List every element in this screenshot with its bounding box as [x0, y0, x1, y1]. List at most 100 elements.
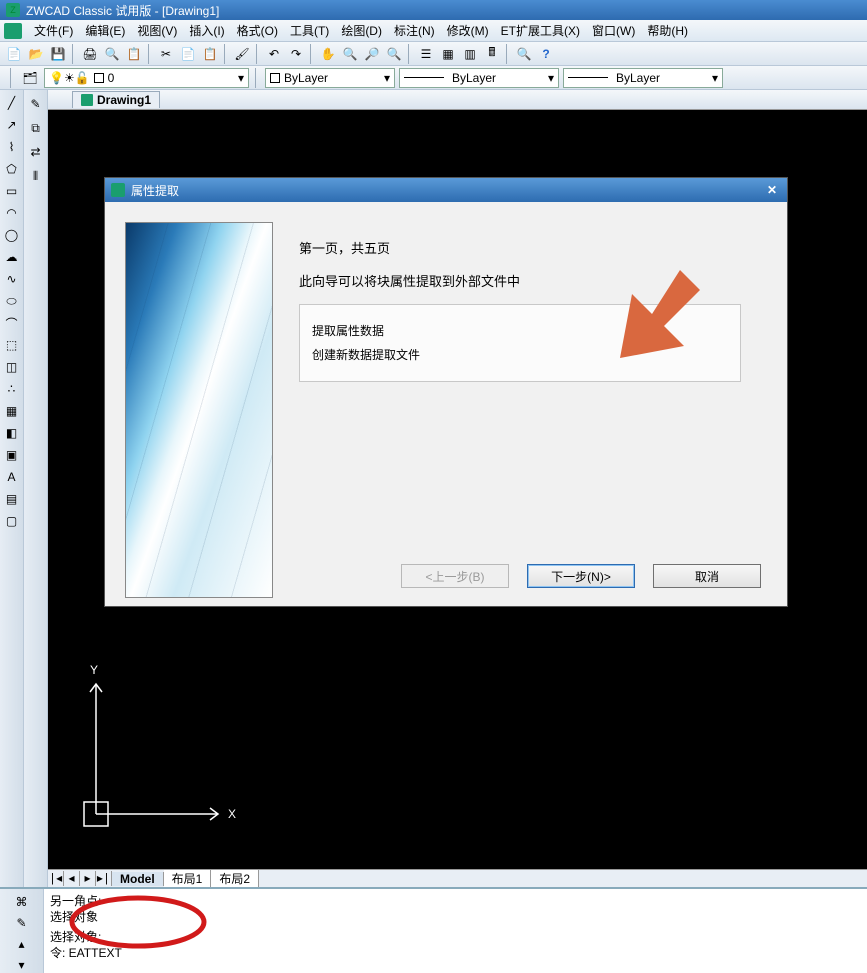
menu-insert[interactable]: 插入(I)	[183, 20, 230, 41]
layout-tab-1[interactable]: 布局1	[164, 870, 212, 887]
table-icon[interactable]: ▤	[3, 490, 21, 508]
match-icon[interactable]: 🖌	[232, 44, 252, 64]
cut-icon[interactable]: ✂	[156, 44, 176, 64]
save-icon[interactable]: 💾	[48, 44, 68, 64]
insert-icon[interactable]: ⬚	[3, 336, 21, 354]
revcloud-icon[interactable]: ☁	[3, 248, 21, 266]
ellipse-arc-icon[interactable]: ⌒	[3, 314, 21, 332]
redo-icon[interactable]: ↷	[286, 44, 306, 64]
print-icon[interactable]: 🖨	[80, 44, 100, 64]
chevron-down-icon: ▾	[384, 71, 390, 85]
draw-toolbar: ╱ ↗ ⌇ ⬠ ▭ ◠ ◯ ☁ ∿ ⬭ ⌒ ⬚ ◫ ∴ ▦ ◧ ▣ A ▤ ▢	[0, 90, 24, 887]
layout-tab-model[interactable]: Model	[112, 872, 164, 886]
cmd-line: 选择对象	[50, 909, 861, 925]
menu-file[interactable]: 文件(F)	[28, 20, 79, 41]
lineweight-combo[interactable]: ByLayer ▾	[563, 68, 723, 88]
tab-nav-next[interactable]: ▸	[80, 871, 96, 886]
menu-draw[interactable]: 绘图(D)	[335, 20, 388, 41]
document-tabs: Drawing1	[48, 90, 867, 110]
linetype-combo[interactable]: ByLayer ▾	[399, 68, 559, 88]
cmd-history-icon[interactable]: ⌘	[12, 893, 32, 910]
cancel-button[interactable]: 取消	[653, 564, 761, 588]
cmd-line: 另一角点:	[50, 893, 861, 909]
document-tab[interactable]: Drawing1	[72, 91, 160, 108]
zoom-prev-icon[interactable]: 🔍	[384, 44, 404, 64]
menu-view[interactable]: 视图(V)	[131, 20, 183, 41]
point-icon[interactable]: ∴	[3, 380, 21, 398]
copy-obj-icon[interactable]: ⧉	[26, 118, 46, 138]
attribute-extract-dialog: 属性提取 ✕ 第一页，共五页 此向导可以将块属性提取到外部文件中 提取属性数据 …	[104, 177, 788, 607]
menu-format[interactable]: 格式(O)	[231, 20, 284, 41]
copy-icon[interactable]: 📄	[178, 44, 198, 64]
app-menu-icon[interactable]	[4, 23, 22, 39]
menu-help[interactable]: 帮助(H)	[641, 20, 694, 41]
gradient-icon[interactable]: ◧	[3, 424, 21, 442]
spline-icon[interactable]: ∿	[3, 270, 21, 288]
rectangle-icon[interactable]: ▭	[3, 182, 21, 200]
help-icon[interactable]: ?	[536, 44, 556, 64]
layout-tab-2[interactable]: 布局2	[211, 870, 259, 887]
option-create-new[interactable]: 创建新数据提取文件	[312, 343, 728, 367]
paste-icon[interactable]: 📋	[200, 44, 220, 64]
new-icon[interactable]: 📄	[4, 44, 24, 64]
design-center-icon[interactable]: ▦	[438, 44, 458, 64]
color-combo[interactable]: ByLayer ▾	[265, 68, 395, 88]
layer-manager-icon[interactable]: 🗂	[20, 68, 40, 88]
zoom-win-icon[interactable]: 🔎	[362, 44, 382, 64]
menubar: 文件(F) 编辑(E) 视图(V) 插入(I) 格式(O) 工具(T) 绘图(D…	[0, 20, 867, 42]
zoom-rt-icon[interactable]: 🔍	[340, 44, 360, 64]
tab-nav-first[interactable]: |◂	[48, 871, 64, 886]
circle-icon[interactable]: ◯	[3, 226, 21, 244]
layer-combo[interactable]: 💡 ☀ 🔓 0 ▾	[44, 68, 249, 88]
app-icon: Z	[6, 3, 20, 17]
menu-edit[interactable]: 编辑(E)	[79, 20, 131, 41]
properties-icon[interactable]: ☰	[416, 44, 436, 64]
separator	[256, 44, 260, 64]
dialog-titlebar[interactable]: 属性提取 ✕	[105, 178, 787, 202]
mirror-icon[interactable]: ⇄	[26, 142, 46, 162]
option-extract[interactable]: 提取属性数据	[312, 319, 728, 343]
cmd-down-icon[interactable]: ▾	[12, 956, 32, 973]
pline-icon[interactable]: ⌇	[3, 138, 21, 156]
pan-icon[interactable]: ✋	[318, 44, 338, 64]
offset-icon[interactable]: ⫴	[26, 166, 46, 186]
cmd-up-icon[interactable]: ▴	[12, 935, 32, 952]
region-icon[interactable]: ▣	[3, 446, 21, 464]
layer-color-swatch	[94, 73, 104, 83]
arc-icon[interactable]: ◠	[3, 204, 21, 222]
cmd-clear-icon[interactable]: ✎	[12, 914, 32, 931]
line-icon[interactable]: ╱	[3, 94, 21, 112]
menu-modify[interactable]: 修改(M)	[441, 20, 495, 41]
ucs-x-label: X	[228, 807, 236, 821]
window-titlebar: Z ZWCAD Classic 试用版 - [Drawing1]	[0, 0, 867, 20]
tab-nav-prev[interactable]: ◂	[64, 871, 80, 886]
sun-icon: ☀	[64, 71, 75, 85]
wipeout-icon[interactable]: ▢	[3, 512, 21, 530]
menu-window[interactable]: 窗口(W)	[586, 20, 641, 41]
polygon-icon[interactable]: ⬠	[3, 160, 21, 178]
open-icon[interactable]: 📂	[26, 44, 46, 64]
erase-icon[interactable]: ✎	[26, 94, 46, 114]
menu-et[interactable]: ET扩展工具(X)	[495, 20, 586, 41]
cmd-line: 选择对象:	[50, 929, 861, 945]
tab-nav-last[interactable]: ▸|	[96, 871, 112, 886]
text-icon[interactable]: A	[3, 468, 21, 486]
hatch-icon[interactable]: ▦	[3, 402, 21, 420]
menu-dim[interactable]: 标注(N)	[388, 20, 441, 41]
next-button[interactable]: 下一步(N)>	[527, 564, 635, 588]
xline-icon[interactable]: ↗	[3, 116, 21, 134]
lineweight-preview	[568, 77, 608, 78]
zoom-ext-icon[interactable]: 🔍	[514, 44, 534, 64]
preview-icon[interactable]: 🔍	[102, 44, 122, 64]
undo-icon[interactable]: ↶	[264, 44, 284, 64]
linetype-value: ByLayer	[452, 71, 496, 85]
close-icon[interactable]: ✕	[763, 182, 781, 198]
menu-tools[interactable]: 工具(T)	[284, 20, 335, 41]
calc-icon[interactable]: 🖩	[482, 44, 502, 64]
publish-icon[interactable]: 📋	[124, 44, 144, 64]
command-text[interactable]: 另一角点: 选择对象 选择对象: 令: EATTEXT	[44, 889, 867, 973]
ellipse-icon[interactable]: ⬭	[3, 292, 21, 310]
block-icon[interactable]: ◫	[3, 358, 21, 376]
color-value: ByLayer	[284, 71, 328, 85]
tool-palette-icon[interactable]: ▥	[460, 44, 480, 64]
